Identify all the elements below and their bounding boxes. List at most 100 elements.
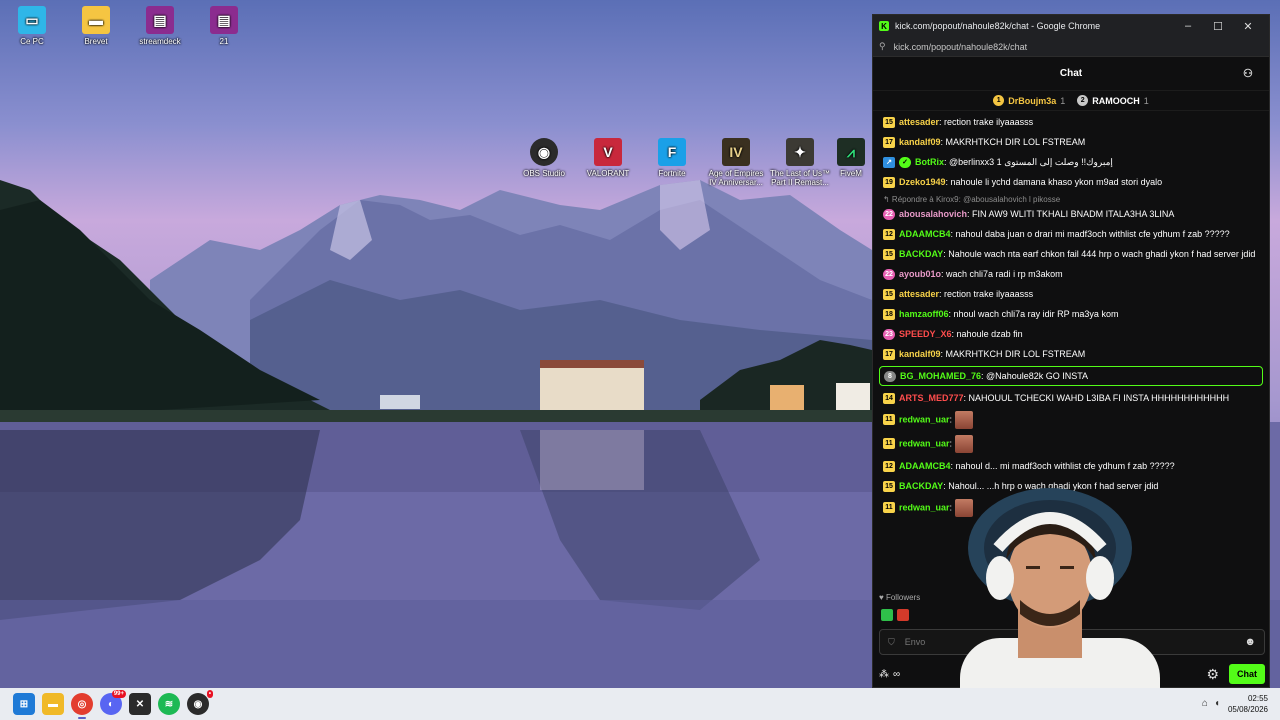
chat-message[interactable]: 15 attesader: rection trake ilyaaasss — [883, 284, 1259, 304]
maximize-button[interactable]: ☐ — [1203, 20, 1233, 33]
chrome-icon[interactable]: ◎ — [71, 693, 93, 719]
file-explorer-icon[interactable]: ▬ — [42, 693, 64, 715]
chat-message[interactable]: 12 ADAAMCB4: nahoul daba juan o drari mi … — [883, 224, 1259, 244]
desktop-icon-ce-pc[interactable]: ▭ Ce PC — [0, 6, 64, 46]
valorant-icon: V — [594, 138, 622, 166]
desktop-icon-fortnite[interactable]: F Fortnite — [640, 138, 704, 178]
chat-username[interactable]: hamzaoff06 — [899, 309, 949, 319]
badge-icon[interactable]: 19 — [883, 177, 895, 188]
url-text: kick.com/popout/nahoule82k/chat — [893, 41, 1028, 52]
badge-icon[interactable]: 11 — [883, 414, 895, 426]
site-info-icon[interactable]: ⚲ — [879, 41, 886, 52]
badge-icon[interactable]: 15 — [883, 481, 895, 492]
chat-footer-left: ⁂ ∞ — [879, 669, 900, 680]
chat-message[interactable]: 17 kandalf09: MAKRHTKCH DIR LOL FSTREAM — [883, 344, 1259, 364]
desktop-icon-obs-studio[interactable]: ◉ OBS Studio — [512, 138, 576, 178]
windows-icon[interactable]: ⊞ — [13, 693, 35, 715]
desktop-icon-21[interactable]: ▤ 21 — [192, 6, 256, 46]
badge-icon[interactable]: 14 — [883, 393, 895, 404]
chat-username[interactable]: ADAAMCB4 — [899, 229, 951, 239]
chat-username[interactable]: attesader — [899, 289, 939, 299]
badge-icon[interactable]: 15 — [883, 289, 895, 300]
chat-message[interactable]: 15 BACKDAY: Nahoule wach nta earf chkon f… — [883, 244, 1259, 264]
winrar-icon: ▤ — [146, 6, 174, 34]
spotify-icon[interactable]: ≋ — [158, 693, 180, 715]
reply-context[interactable]: ↰ Répondre à Kirox9: @abousalahovich l p… — [883, 192, 1259, 204]
badge-icon[interactable]: 17 — [883, 349, 895, 360]
chat-username[interactable]: kandalf09 — [899, 349, 941, 359]
gifter-pill[interactable]: 1 DrBoujm3a 1 — [993, 95, 1065, 106]
gifter-count: 1 — [1143, 95, 1149, 106]
desktop-icon-age-of-empires[interactable]: IV Age of Empires IV Anniversar... — [704, 138, 768, 187]
chat-message[interactable]: 12 ADAAMCB4: nahoul d... mi madf3och with… — [883, 456, 1259, 476]
chat-username[interactable]: SPEEDY_X6 — [899, 329, 952, 339]
chat-message[interactable]: 23 SPEEDY_X6: nahoule dzab fin — [883, 324, 1259, 344]
chat-username[interactable]: BACKDAY — [899, 249, 943, 259]
send-chat-button[interactable]: Chat — [1229, 664, 1265, 684]
badge-icon[interactable]: 18 — [883, 309, 895, 320]
chat-username[interactable]: BotRix — [915, 157, 944, 167]
chat-username[interactable]: abousalahovich — [899, 209, 967, 219]
window-titlebar[interactable]: K kick.com/popout/nahoule82k/chat - Goog… — [873, 15, 1269, 37]
chat-username[interactable]: redwan_uar — [899, 438, 950, 448]
chat-message[interactable]: 17 kandalf09: MAKRHTKCH DIR LOL FSTREAM — [883, 132, 1259, 152]
users-icon[interactable]: ⚇ — [1243, 67, 1257, 81]
desktop-icon-label: Age of Empires IV Anniversar... — [708, 169, 764, 187]
chat-message[interactable]: 8 BG_MOHAMED_76: @Nahoule82k GO INSTA — [879, 366, 1263, 386]
close-button[interactable]: ✕ — [1233, 20, 1263, 33]
chat-message[interactable]: 14 ARTS_MED777: NAHOUUL TCHECKI WAHD L3IB… — [883, 388, 1259, 408]
chat-username[interactable]: ARTS_MED777 — [899, 393, 964, 403]
chat-username[interactable]: ayoub01o — [899, 269, 941, 279]
chat-message[interactable]: 15 attesader: rection trake ilyaaasss — [883, 112, 1259, 132]
address-bar[interactable]: ⚲ kick.com/popout/nahoule82k/chat — [873, 37, 1269, 57]
badge-icon[interactable]: 15 — [883, 249, 895, 260]
chat-message[interactable]: 22 ayoub01o: wach chli7a radi i rp m3akom — [883, 264, 1259, 284]
badge-icon[interactable]: 22 — [883, 269, 895, 280]
taskbar-clock[interactable]: 02:55 05/08/2026 — [1228, 693, 1268, 715]
badge-icon[interactable]: 8 — [884, 371, 896, 382]
clock-time: 02:55 — [1247, 694, 1268, 703]
chat-username[interactable]: ADAAMCB4 — [899, 461, 951, 471]
desktop-icon-valorant[interactable]: V VALORANT — [576, 138, 640, 178]
badge-icon[interactable]: 12 — [883, 229, 895, 240]
chat-username[interactable]: BG_MOHAMED_76 — [900, 371, 981, 381]
chat-username[interactable]: kandalf09 — [899, 137, 941, 147]
desktop-icon-fivem[interactable]: ⩘ FiveM — [830, 138, 872, 178]
chat-message-text: NAHOUUL TCHECKI WAHD L3IBA FI INSTA HHHH… — [968, 393, 1230, 403]
chat-message[interactable]: 11 redwan_uar: — [883, 408, 1259, 432]
chat-message[interactable]: 19 Dzeko1949: nahoule li ychd damana khas… — [883, 172, 1259, 192]
desktop-icon-the-last-of-us[interactable]: ✦ The Last of Us™ Part II Remast... — [768, 138, 832, 187]
obs-tray-icon[interactable]: ◉ • — [187, 690, 213, 715]
minimize-button[interactable]: – — [1173, 20, 1203, 32]
emote-icon[interactable] — [954, 435, 973, 453]
chat-message[interactable]: 11 redwan_uar: — [883, 432, 1259, 456]
badge-icon[interactable]: ↗ — [883, 157, 895, 168]
chat-message[interactable]: ↗ ✓ BotRix: @berlinxx3 1 إمبروك!! وصلت إلى… — [883, 152, 1259, 172]
gear-icon[interactable]: ⚙ — [1206, 666, 1219, 683]
network-icon[interactable]: ⌂ — [1202, 698, 1208, 709]
desktop-icon-brevet[interactable]: ▬ Brevet — [64, 6, 128, 46]
emoji-icon[interactable]: ☻ — [1244, 636, 1256, 648]
badge-icon[interactable]: 11 — [883, 502, 895, 514]
chat-message-text: Nahoule wach nta earf chkon fail 444 hrp… — [948, 249, 1256, 259]
chat-message-text: FIN AW9 WLITI TKHALI BNADM ITALA3HA 3LIN… — [972, 209, 1175, 219]
badge-icon[interactable]: 22 — [883, 209, 895, 220]
app-x-icon[interactable]: ✕ — [129, 693, 151, 715]
chat-message[interactable]: 22 abousalahovich: FIN AW9 WLITI TKHALI B… — [883, 204, 1259, 224]
badge-icon[interactable]: 17 — [883, 137, 895, 148]
emote-icon[interactable] — [881, 609, 893, 621]
badge-icon[interactable]: 12 — [883, 461, 895, 472]
volume-icon[interactable]: ◖ — [1214, 698, 1220, 709]
chat-username[interactable]: attesader — [899, 117, 939, 127]
emote-icon[interactable] — [954, 411, 973, 429]
gifter-pill[interactable]: 2 RAMOOCH 1 — [1077, 95, 1149, 106]
desktop-icon-streamdeck[interactable]: ▤ streamdeck — [128, 6, 192, 46]
chat-username[interactable]: redwan_uar — [899, 414, 950, 424]
badge-icon[interactable]: 23 — [883, 329, 895, 340]
badge-icon[interactable]: 11 — [883, 438, 895, 450]
badge-icon[interactable]: 15 — [883, 117, 895, 128]
discord-icon[interactable]: ◐ 99+ — [100, 690, 126, 715]
chat-username[interactable]: Dzeko1949 — [899, 177, 946, 187]
points-icon[interactable]: ⁂ — [879, 669, 889, 680]
chat-message[interactable]: 18 hamzaoff06: nhoul wach chli7a ray idir… — [883, 304, 1259, 324]
